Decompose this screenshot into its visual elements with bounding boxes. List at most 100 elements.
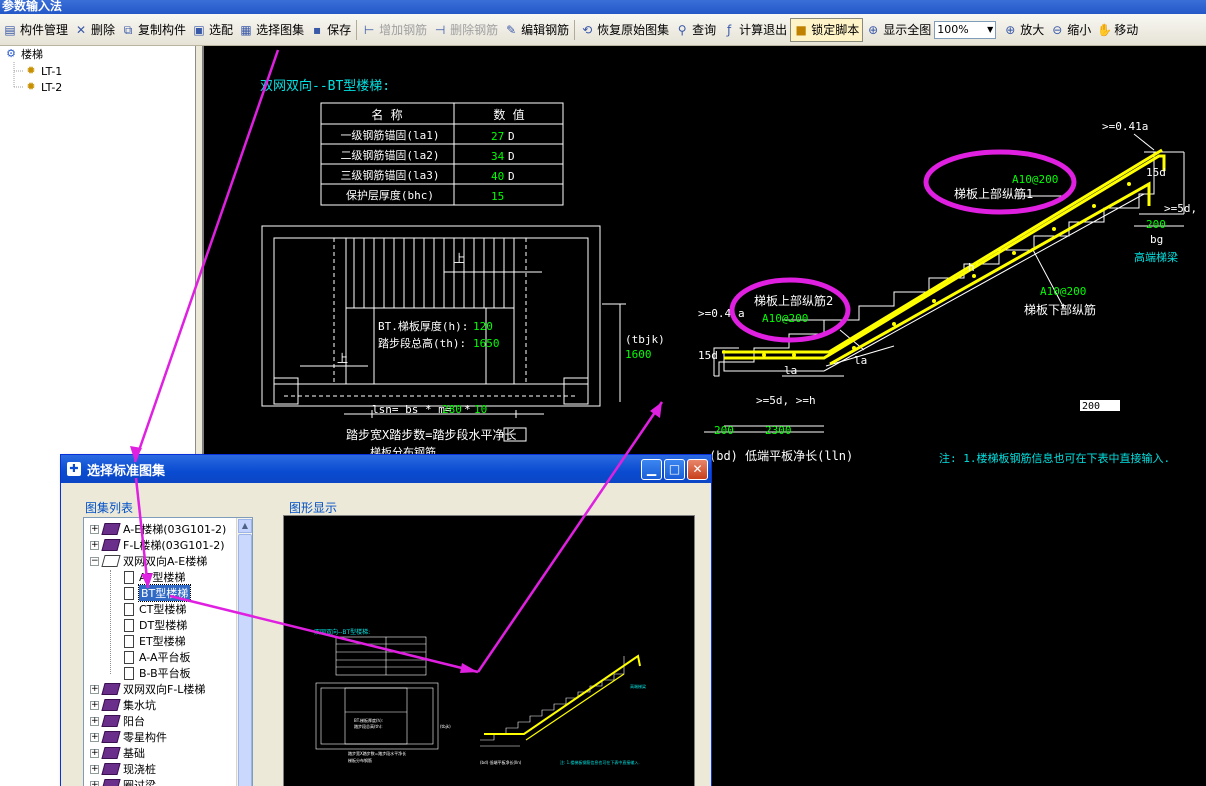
atlas-tree-item[interactable]: + 零星构件 — [90, 729, 167, 745]
sec-bg: bg — [1150, 233, 1163, 246]
atlas-tree-item-label: 双网双向A-E楼梯 — [123, 555, 208, 568]
preview-section — [480, 656, 625, 747]
preview-plan-text: BT.梯板厚度(h): 踏步段总高(th): 踏步宽X踏步数=踏步段水平净长 梯… — [348, 717, 406, 763]
restore-icon: ⟲ — [582, 22, 593, 37]
fit-view-button[interactable]: ⊕ 显示全图 — [863, 18, 934, 42]
book-icon — [101, 747, 121, 759]
atlas-tree-item[interactable]: + A-E楼梯(03G101-2) — [90, 521, 226, 537]
edit-rebar-label: 编辑钢筋 — [521, 23, 570, 37]
lock-script-button[interactable]: ■ 锁定脚本 — [790, 17, 864, 42]
close-button[interactable]: ✕ — [687, 459, 708, 480]
expand-icon[interactable]: + — [90, 716, 99, 726]
move-button[interactable]: ✋ 移动 — [1094, 18, 1141, 42]
sec-top-dim: >=0.41a — [1102, 120, 1148, 133]
sec-upper2-spec: A10@200 — [762, 312, 808, 325]
atlas-tree-item[interactable]: − 双网双向A-E楼梯 — [90, 553, 207, 569]
select-match-label: 选配 — [209, 23, 234, 37]
toolbar-separator — [574, 19, 576, 40]
cad-heading: 双网双向--BT型楼梯: — [260, 78, 390, 94]
sec-left-dim-suffix: a — [738, 307, 745, 320]
dialog-title: 选择标准图集 — [87, 463, 166, 479]
calc-exit-icon: ƒ — [727, 22, 732, 37]
component-manage-button[interactable]: ▤ 构件管理 — [0, 18, 71, 42]
sec-15d-top: 15d — [1146, 166, 1166, 179]
select-atlas-dialog: ✚ 选择标准图集 ▁ □ ✕ 图集列表 图形显示 + A-E楼梯(03G101-2… — [60, 454, 712, 786]
collapse-icon[interactable]: − — [90, 556, 99, 566]
sec-upper2-label: 梯板上部纵筋2 — [754, 293, 833, 308]
delete-button[interactable]: ✕ 删除 — [71, 18, 118, 42]
atlas-tree-item-label: CT型楼梯 — [139, 603, 187, 616]
expand-icon[interactable]: + — [90, 524, 99, 534]
copy-icon: ⧉ — [123, 22, 133, 37]
delete-label: 删除 — [91, 23, 116, 37]
atlas-tree[interactable]: + A-E楼梯(03G101-2) + F-L楼梯(03G101-2) − 双网双向A-E… — [83, 517, 253, 786]
maximize-button[interactable]: □ — [664, 459, 685, 480]
atlas-tree-item[interactable]: + 阳台 — [90, 713, 145, 729]
restore-atlas-button[interactable]: ⟲ 恢复原始图集 — [577, 18, 672, 42]
toolbar-separator — [356, 19, 358, 40]
expand-icon[interactable]: + — [90, 540, 99, 550]
atlas-tree-item[interactable]: + 基础 — [90, 745, 145, 761]
atlas-tree-item[interactable]: ET型楼梯 — [124, 633, 186, 649]
add-rebar-icon: ⊢ — [363, 22, 375, 37]
atlas-tree-item[interactable]: + 圈过梁 — [90, 777, 156, 786]
atlas-tree-item[interactable]: + 集水坑 — [90, 697, 156, 713]
calc-exit-button[interactable]: ƒ 计算退出 — [719, 18, 790, 42]
scroll-up-icon[interactable]: ▲ — [238, 519, 252, 533]
table-header-value: 数 值 — [493, 107, 524, 122]
query-button[interactable]: ⚲ 查询 — [672, 18, 719, 42]
zoom-value: 100% — [937, 23, 969, 36]
dialog-titlebar: ✚ 选择标准图集 — [61, 455, 711, 483]
table-cell-unit: D — [508, 130, 515, 143]
sec-bottom-caption: (bd) 低端平板净长(lln) — [709, 449, 853, 463]
preview-plan — [315, 682, 439, 750]
sec-w200-top: 200 — [1146, 218, 1166, 231]
atlas-tree-item-label: 现浇桩 — [123, 763, 156, 776]
save-icon: ▪ — [313, 22, 322, 37]
plan-thickness-value: 120 — [473, 320, 493, 333]
atlas-tree-item[interactable]: AT型楼梯 — [124, 569, 185, 585]
document-icon — [124, 634, 134, 648]
atlas-tree-item[interactable]: CT型楼梯 — [124, 601, 186, 617]
atlas-tree-item[interactable]: + 现浇桩 — [90, 761, 156, 777]
tree-scrollbar[interactable]: ▲ — [236, 518, 252, 786]
atlas-tree-item-label: 集水坑 — [123, 699, 156, 712]
preview-cut-text: 梯板分布钢筋 — [348, 757, 372, 763]
atlas-tree-item[interactable]: + 双网双向F-L楼梯 — [90, 681, 205, 697]
add-rebar-button[interactable]: ⊢ 增加钢筋 — [359, 18, 430, 42]
scroll-thumb[interactable] — [238, 534, 252, 786]
save-button[interactable]: ▪ 保存 — [307, 18, 354, 42]
calc-exit-label: 计算退出 — [739, 23, 788, 37]
delete-icon: ✕ — [75, 22, 87, 37]
atlas-tree-item[interactable]: BT型楼梯 — [124, 584, 192, 602]
expand-icon[interactable]: + — [90, 748, 99, 758]
table-cell-name: 一级钢筋锚固(la1) — [340, 128, 439, 142]
table-cell-unit: D — [508, 150, 515, 163]
expand-icon[interactable]: + — [90, 700, 99, 710]
zoom-in-button[interactable]: ⊕ 放大 — [1000, 18, 1047, 42]
component-manage-icon: ▤ — [4, 22, 16, 37]
select-atlas-button[interactable]: ▦ 选择图集 — [236, 18, 307, 42]
binoculars-icon: ⚲ — [677, 22, 687, 37]
book-icon — [101, 683, 121, 695]
lock-icon: ■ — [795, 22, 807, 37]
delete-rebar-button[interactable]: ⊣ 删除钢筋 — [430, 18, 501, 42]
expand-icon[interactable]: + — [90, 764, 99, 774]
atlas-tree-item[interactable]: DT型楼梯 — [124, 617, 187, 633]
sec-w200-bottom: 200 — [714, 424, 734, 437]
atlas-tree-item[interactable]: + F-L楼梯(03G101-2) — [90, 537, 225, 553]
edit-rebar-button[interactable]: ✎ 编辑钢筋 — [501, 18, 572, 42]
zoom-select[interactable]: 100% ▼ — [934, 20, 997, 39]
expand-icon[interactable]: + — [90, 732, 99, 742]
minimize-button[interactable]: ▁ — [641, 459, 662, 480]
move-label: 移动 — [1114, 23, 1139, 37]
expand-icon[interactable]: + — [90, 684, 99, 694]
atlas-tree-item[interactable]: B-B平台板 — [124, 665, 191, 681]
sec-la1: la — [784, 364, 797, 377]
zoom-out-button[interactable]: ⊖ 缩小 — [1047, 18, 1094, 42]
copy-component-button[interactable]: ⧉ 复制构件 — [118, 18, 189, 42]
document-icon — [124, 570, 134, 584]
select-match-button[interactable]: ▣ 选配 — [189, 18, 236, 42]
atlas-tree-item[interactable]: A-A平台板 — [124, 649, 191, 665]
expand-icon[interactable]: + — [90, 780, 99, 786]
